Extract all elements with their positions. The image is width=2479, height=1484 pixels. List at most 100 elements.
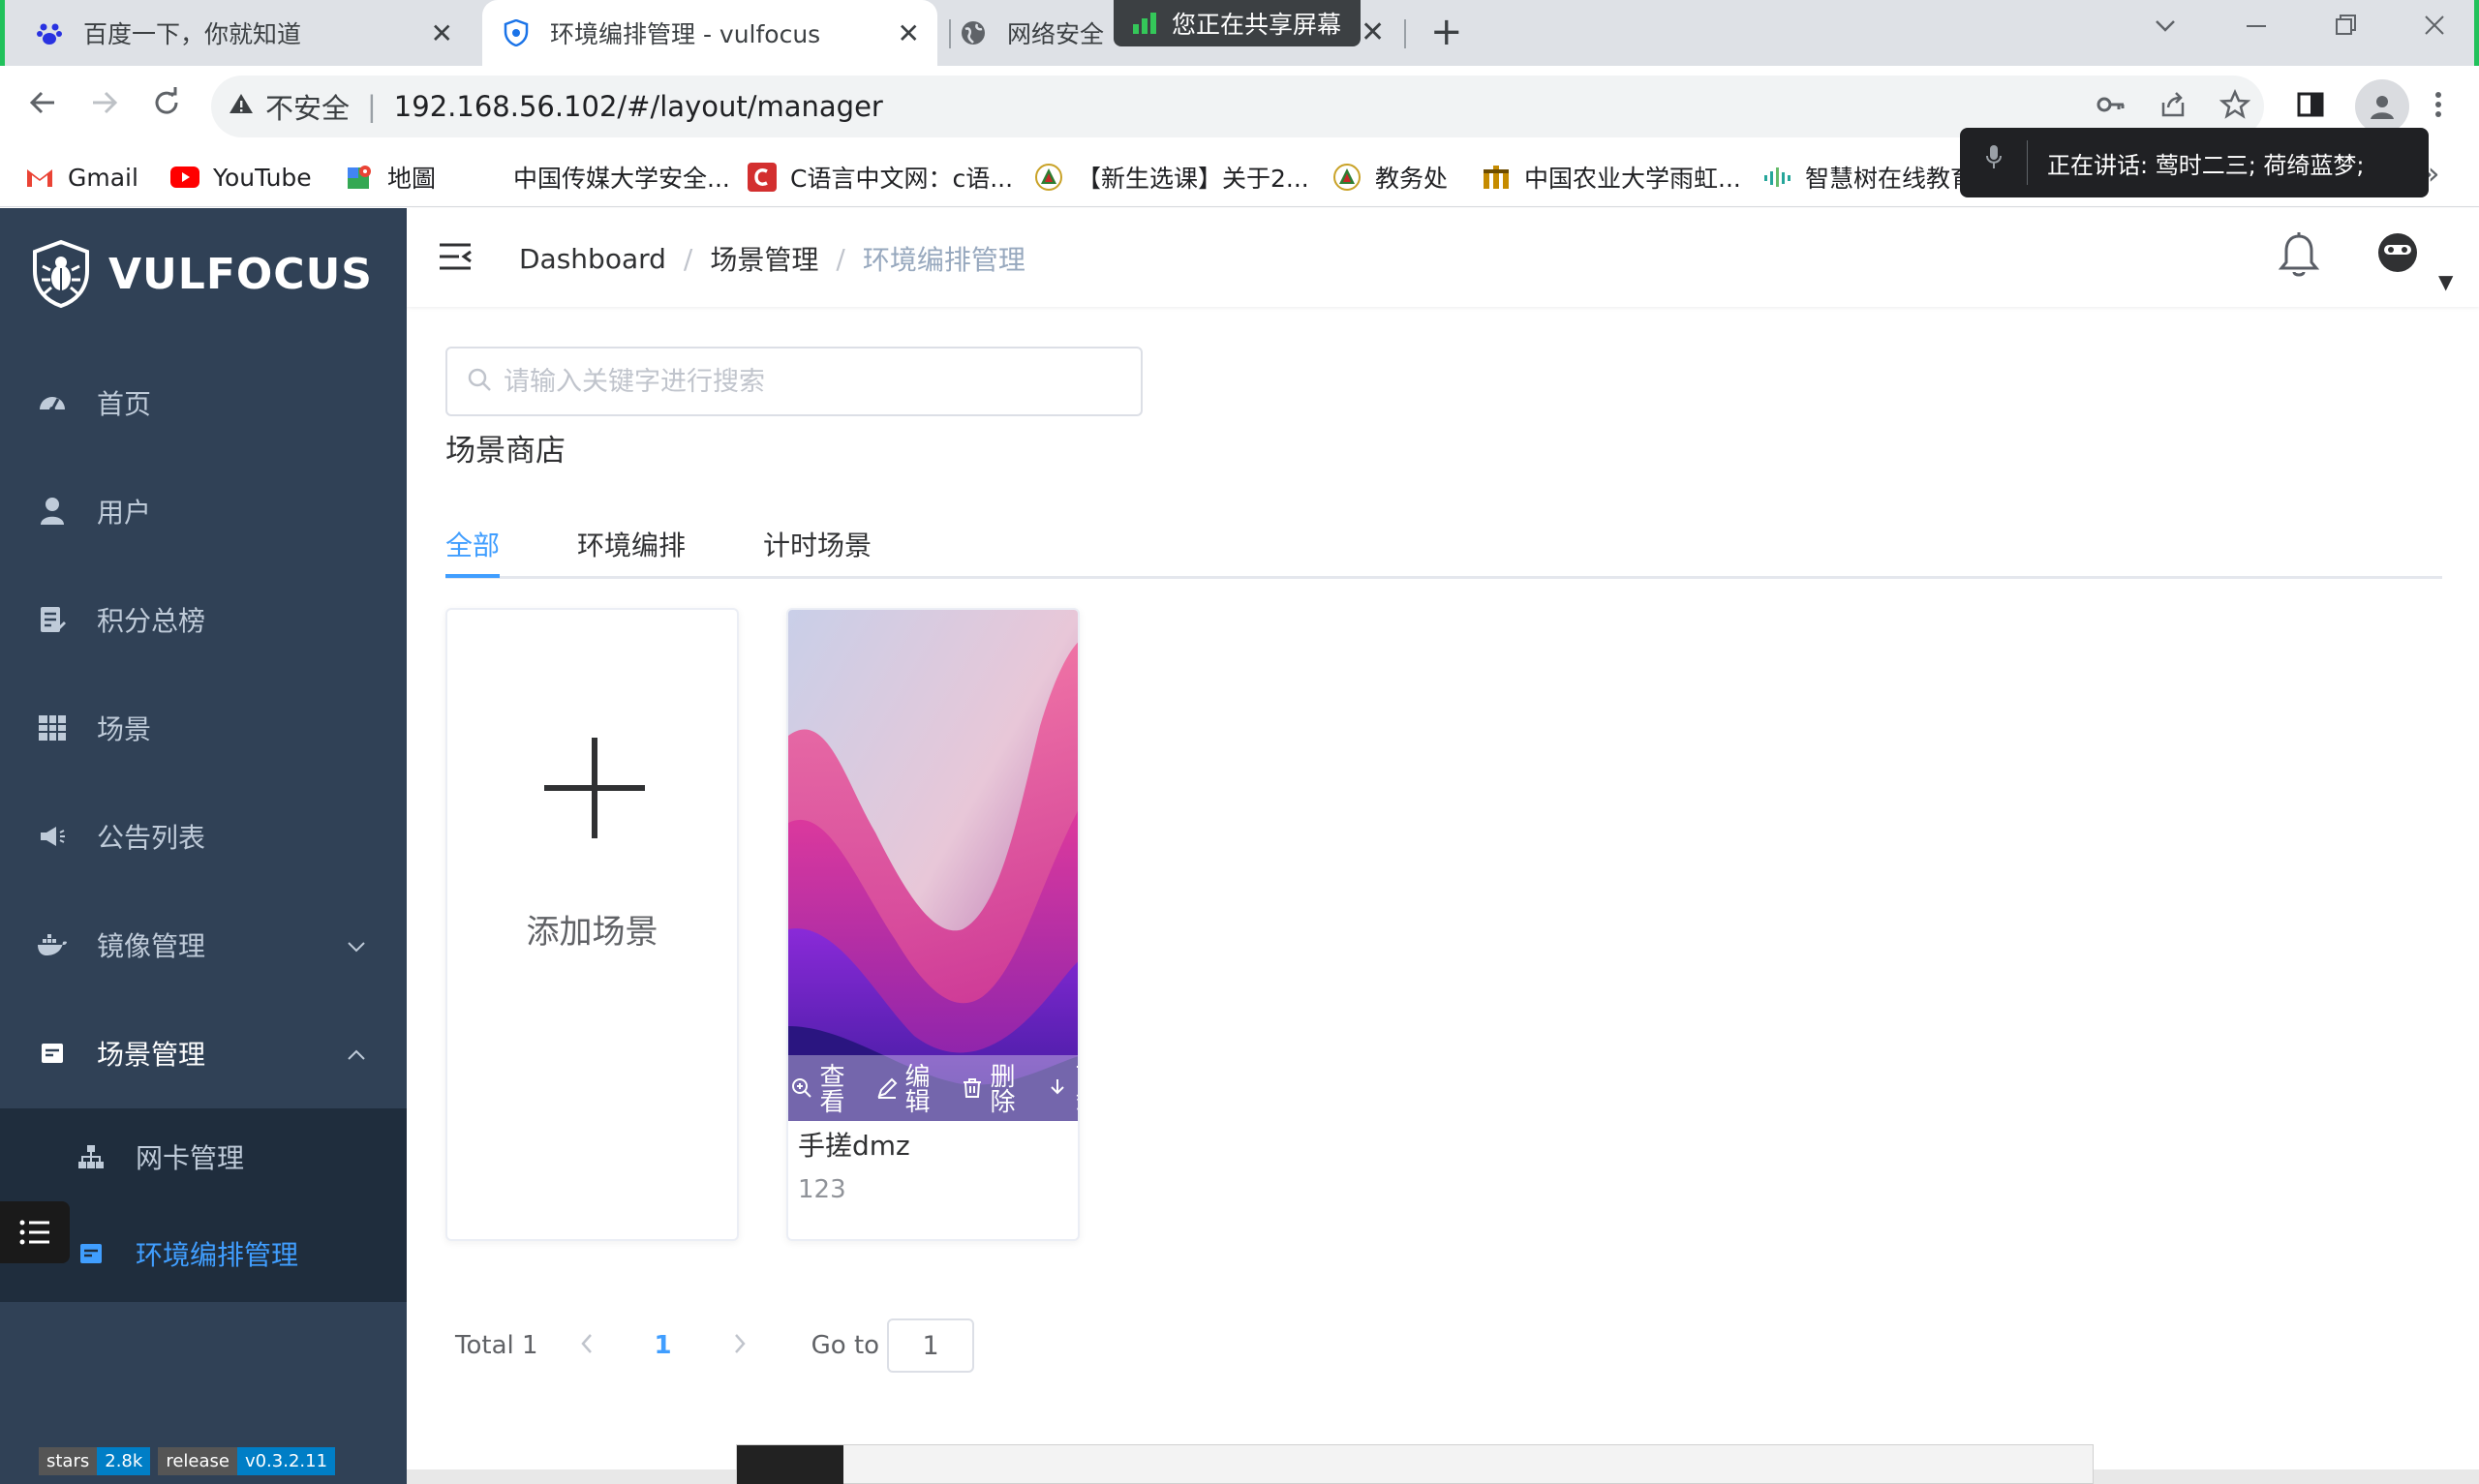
bookmark-label: 中国农业大学雨虹...: [1524, 165, 1741, 193]
cau-icon: [1482, 163, 1511, 192]
sidebar-item-home[interactable]: 首页: [0, 349, 407, 456]
bell-icon[interactable]: [2278, 231, 2320, 284]
close-window-icon[interactable]: [2421, 12, 2448, 46]
page-number-current[interactable]: 1: [655, 1331, 672, 1360]
breadcrumb-item[interactable]: 场景管理: [710, 239, 818, 278]
profile-avatar-icon[interactable]: [2355, 79, 2409, 134]
school-emblem-icon: [1332, 163, 1362, 192]
add-scene-card[interactable]: 添加场景: [445, 608, 739, 1241]
bookmark-label: 【新生选课】关于2...: [1077, 165, 1309, 193]
vulfocus-shield-icon: [502, 18, 531, 47]
vulfocus-shield-icon: [33, 239, 89, 309]
add-scene-label: 添加场景: [526, 913, 658, 952]
browser-tab-title: 环境编排管理 - vulfocus: [550, 20, 821, 48]
next-page-chevron-icon[interactable]: [732, 1330, 748, 1362]
bookmark-cau[interactable]: 中国农业大学雨虹...: [1482, 159, 1741, 196]
blank-page-icon: [471, 163, 500, 192]
user-icon: [35, 497, 70, 526]
search-input[interactable]: [504, 366, 1085, 397]
new-tab-plus-icon[interactable]: +: [1430, 10, 1463, 54]
badge-value: v0.3.2.11: [236, 1447, 336, 1475]
bookmark-course[interactable]: 【新生选课】关于2...: [1034, 159, 1309, 196]
scene-card[interactable]: 查看 编辑 删除 下载 手搓dmz 123: [786, 608, 1080, 1241]
hamburger-icon[interactable]: [438, 241, 473, 276]
sidebar-item-label: 场景管理: [97, 1039, 206, 1071]
delete-action[interactable]: 删除: [961, 1063, 1038, 1113]
tab-close-icon[interactable]: ✕: [898, 17, 920, 49]
user-avatar[interactable]: [2376, 231, 2419, 278]
bookmark-maps[interactable]: 地圖: [345, 159, 436, 196]
address-bar[interactable]: 不安全 | 192.168.56.102/#/layout/manager: [211, 76, 2264, 137]
scene-cover-image: [788, 610, 1078, 1121]
back-arrow-icon[interactable]: [25, 85, 60, 129]
tab-separator: [949, 19, 951, 48]
breadcrumb: Dashboard / 场景管理 / 环境编排管理: [519, 239, 1025, 278]
share-icon[interactable]: [2158, 89, 2188, 128]
sidebar-item-announcements[interactable]: 公告列表: [0, 783, 407, 890]
sidebar-item-leaderboard[interactable]: 积分总榜: [0, 566, 407, 673]
address-separator: |: [367, 90, 377, 123]
side-panel-icon[interactable]: [2295, 89, 2326, 128]
key-icon[interactable]: [2096, 89, 2127, 128]
edit-action[interactable]: 编辑: [875, 1063, 953, 1113]
sidebar: VULFOCUS 首页 用户 积分总榜 场景 公告列表 镜像管理 场景管理 网卡…: [0, 208, 407, 1484]
sidebar-item-nic[interactable]: 网卡管理: [0, 1108, 407, 1205]
scene-description: 123: [798, 1175, 846, 1204]
forward-arrow-icon[interactable]: [87, 85, 122, 129]
edit-label: 编辑: [901, 1063, 930, 1113]
insecure-label: 不安全: [265, 92, 351, 125]
kebab-menu-icon[interactable]: [2433, 89, 2444, 128]
scene-mgmt-icon: [35, 1042, 70, 1065]
tab-search-chevron-icon[interactable]: [2152, 12, 2179, 46]
sidebar-item-users[interactable]: 用户: [0, 458, 407, 564]
sidebar-item-scenes[interactable]: 场景: [0, 675, 407, 781]
brand-logo[interactable]: VULFOCUS: [31, 239, 373, 309]
bookmark-cuc[interactable]: 中国传媒大学安全...: [471, 159, 730, 196]
chevron-up-icon: [347, 1040, 366, 1067]
url-text[interactable]: 192.168.56.102/#/layout/manager: [394, 90, 883, 123]
sidebar-item-label: 镜像管理: [97, 930, 206, 962]
view-action[interactable]: 查看: [790, 1063, 868, 1113]
download-action[interactable]: 下载: [1046, 1063, 1080, 1113]
download-label: 下载: [1071, 1063, 1080, 1113]
browser-tab-baidu[interactable]: 百度一下，你就知道 ✕: [35, 0, 471, 66]
bookmark-jwc[interactable]: 教务处: [1332, 159, 1448, 196]
repo-badges[interactable]: stars 2.8k release v0.3.2.11: [39, 1447, 336, 1475]
leaderboard-icon: [35, 605, 70, 634]
browser-tab-vulfocus[interactable]: 环境编排管理 - vulfocus ✕: [482, 0, 937, 66]
screen-share-label: 您正在共享屏幕: [1171, 11, 1341, 39]
breadcrumb-item[interactable]: Dashboard: [519, 243, 666, 275]
sidebar-item-label: 公告列表: [97, 822, 206, 854]
sidebar-item-scene-mgmt[interactable]: 场景管理: [0, 1000, 407, 1106]
search-input-wrapper[interactable]: [445, 347, 1143, 416]
goto-page-input[interactable]: [887, 1318, 975, 1373]
view-label: 查看: [815, 1063, 844, 1113]
goto-label: Go to: [811, 1331, 880, 1360]
reload-icon[interactable]: [149, 85, 184, 129]
minimize-icon[interactable]: [2243, 12, 2270, 46]
bookmark-gmail[interactable]: Gmail: [25, 159, 138, 196]
bookmark-label: Gmail: [68, 163, 138, 192]
tab-layout[interactable]: 环境编排: [577, 525, 686, 563]
tab-all[interactable]: 全部: [445, 525, 500, 563]
docker-icon: [35, 932, 70, 957]
bookmark-c-lang[interactable]: C语言中文网：c语...: [748, 159, 1013, 196]
baidu-paw-icon: [35, 18, 64, 47]
card-action-bar: 查看 编辑 删除 下载: [788, 1055, 1080, 1121]
star-bookmark-icon[interactable]: [2219, 88, 2251, 128]
bookmark-youtube[interactable]: YouTube: [170, 159, 312, 196]
tab-timed[interactable]: 计时场景: [763, 525, 872, 563]
browser-tab-title: 网络安全: [1007, 20, 1105, 48]
active-tab-indicator: [445, 574, 500, 578]
prev-page-chevron-icon[interactable]: [579, 1330, 595, 1362]
globe-icon: [959, 18, 988, 47]
list-menu-icon[interactable]: [0, 1201, 70, 1263]
tab-close-icon[interactable]: ✕: [1361, 15, 1385, 49]
layout-icon: [74, 1242, 108, 1265]
zoom-in-icon: [792, 1078, 811, 1098]
restore-window-icon[interactable]: [2332, 12, 2359, 46]
sidebar-item-images[interactable]: 镜像管理: [0, 892, 407, 998]
tab-close-icon[interactable]: ✕: [431, 17, 453, 49]
caret-down-icon[interactable]: ▼: [2438, 270, 2453, 293]
bookmark-zhihuishu[interactable]: 智慧树在线教育: [1762, 159, 1974, 196]
